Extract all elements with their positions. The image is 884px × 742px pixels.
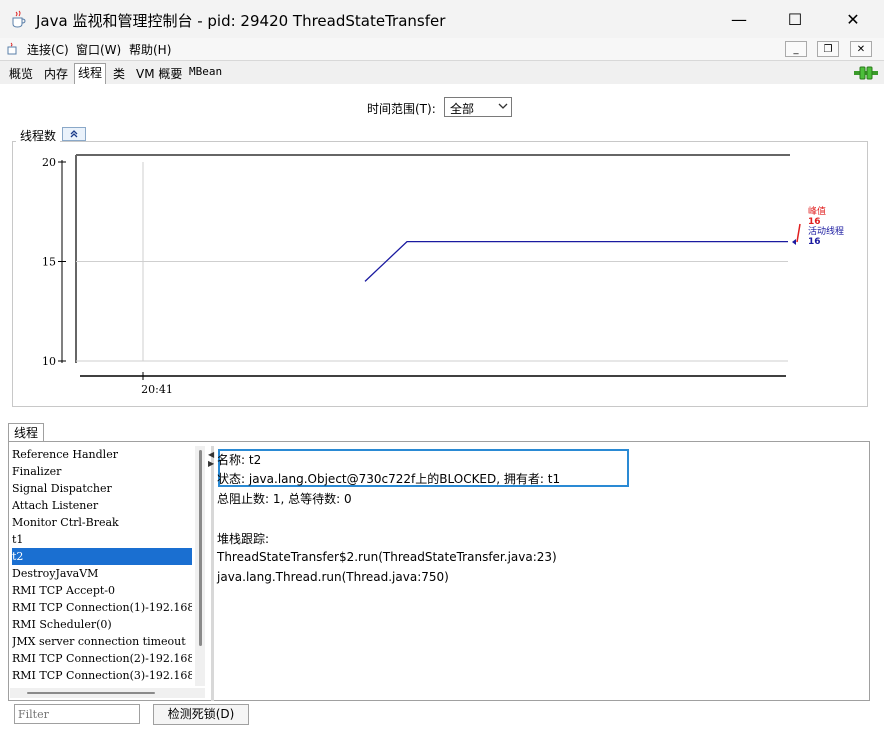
y-tick-label: 20 <box>42 156 56 169</box>
minimize-icon: — <box>731 9 747 29</box>
double-chevron-up-icon <box>69 128 79 143</box>
chart-title: 线程数 <box>16 127 61 144</box>
menu-help[interactable]: 帮助(H) <box>129 41 171 58</box>
window-close-button[interactable]: ✕ <box>824 0 882 38</box>
maximize-icon: ☐ <box>787 9 803 29</box>
legend-peak-label: 峰值 <box>808 207 827 217</box>
thread-list-item[interactable]: t2 <box>12 548 192 565</box>
split-pane-divider[interactable] <box>211 446 214 701</box>
menu-connection[interactable]: 连接(C) <box>27 41 69 58</box>
tab-threads[interactable]: 线程 <box>74 63 107 85</box>
window-title: Java 监视和管理控制台 - pid: 29420 ThreadStateTr… <box>36 12 446 30</box>
tab-memory[interactable]: 内存 <box>44 65 68 83</box>
java-cup-icon <box>10 10 26 28</box>
thread-count-chart: 20 15 10 20:41 <box>42 154 790 396</box>
x-tick-label: 20:41 <box>141 383 173 396</box>
time-range-select[interactable]: 全部 <box>444 97 512 117</box>
chart-legend: 峰值 16 活动线程 16 <box>808 207 844 247</box>
thread-list-item[interactable]: JMX server connection timeout <box>12 633 192 650</box>
tab-overview[interactable]: 概览 <box>9 65 33 83</box>
close-icon: ✕ <box>846 9 860 29</box>
thread-state-line: 状态: java.lang.Object@730c722f上的BLOCKED, … <box>217 472 561 486</box>
thread-list-item[interactable]: Signal Dispatcher <box>12 480 192 497</box>
legend-live-value: 16 <box>808 237 821 247</box>
thread-list-vertical-scrollbar[interactable] <box>195 446 205 686</box>
menu-window[interactable]: 窗口(W) <box>76 41 121 58</box>
legend-peak-value: 16 <box>808 217 821 227</box>
thread-name-line: 名称: t2 <box>217 453 262 467</box>
tab-classes[interactable]: 类 <box>113 65 125 83</box>
app-menu-icon[interactable] <box>6 42 20 56</box>
thread-totals-line: 总阻止数: 1, 总等待数: 0 <box>217 492 352 506</box>
threads-section-tab[interactable]: 线程 <box>8 423 44 442</box>
legend-marker-icon <box>792 223 801 245</box>
internal-restore-button[interactable]: ❐ <box>817 41 839 57</box>
stack-frame: ThreadStateTransfer$2.run(ThreadStateTra… <box>217 550 557 564</box>
close-icon: ✕ <box>856 43 866 55</box>
window-minimize-button[interactable]: — <box>710 0 768 38</box>
thread-list-item[interactable]: Attach Listener <box>12 497 192 514</box>
thread-list-item[interactable]: RMI TCP Connection(1)-192.168. <box>12 599 192 616</box>
y-tick-label: 15 <box>42 256 56 269</box>
vertical-scroll-thumb[interactable] <box>199 450 202 646</box>
thread-list-item[interactable]: Finalizer <box>12 463 192 480</box>
divider-expand-icon[interactable]: ◀ <box>208 450 214 459</box>
thread-list-horizontal-scrollbar[interactable] <box>10 688 205 698</box>
y-tick-label: 10 <box>42 355 56 368</box>
thread-list-item[interactable]: Monitor Ctrl-Break <box>12 514 192 531</box>
chevron-down-icon <box>497 99 509 116</box>
thread-list-item[interactable]: RMI TCP Accept-0 <box>12 582 192 599</box>
detect-deadlock-button[interactable]: 检测死锁(D) <box>153 704 249 725</box>
time-range-value: 全部 <box>450 102 475 116</box>
internal-close-button[interactable]: ✕ <box>850 41 872 57</box>
internal-minimize-button[interactable]: _ <box>785 41 807 57</box>
thread-list-item[interactable]: t1 <box>12 531 192 548</box>
tab-mbean[interactable]: MBean <box>189 65 222 83</box>
thread-list-item[interactable]: RMI Scheduler(0) <box>12 616 192 633</box>
restore-icon: ❐ <box>823 43 833 55</box>
thread-list-item[interactable]: DestroyJavaVM <box>12 565 192 582</box>
tab-strip <box>0 62 884 85</box>
thread-filter-input[interactable] <box>14 704 140 724</box>
horizontal-scroll-thumb[interactable] <box>27 692 155 694</box>
divider-collapse-icon[interactable]: ▶ <box>208 459 214 468</box>
tab-vm-summary[interactable]: VM 概要 <box>136 65 182 83</box>
legend-live-label: 活动线程 <box>808 227 845 237</box>
window-maximize-button[interactable]: ☐ <box>766 0 824 38</box>
stack-frame: java.lang.Thread.run(Thread.java:750) <box>217 570 449 584</box>
time-range-label: 时间范围(T): <box>367 102 436 116</box>
thread-list-item[interactable]: RMI TCP Connection(3)-192.168. <box>12 667 192 684</box>
thread-list-item[interactable]: RMI TCP Connection(2)-192.168. <box>12 650 192 667</box>
thread-list-item[interactable]: Reference Handler <box>12 446 192 463</box>
collapse-chart-button[interactable] <box>62 127 86 141</box>
connection-status-icon <box>854 66 878 80</box>
stack-trace-label: 堆栈跟踪: <box>217 532 270 546</box>
minimize-icon: _ <box>793 43 799 55</box>
